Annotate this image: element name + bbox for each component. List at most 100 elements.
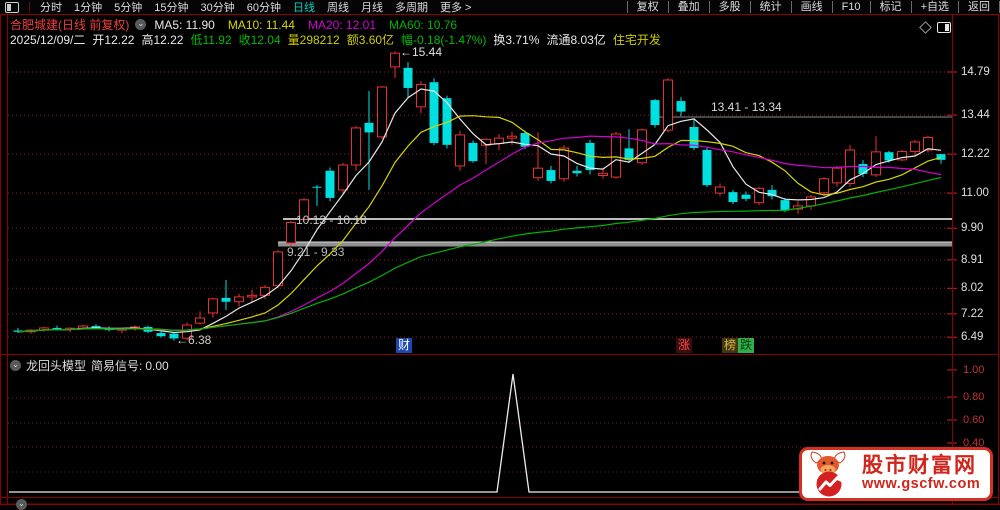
candle-down xyxy=(325,170,335,198)
ma-label-3: MA60: 10.76 xyxy=(389,17,458,32)
candle-down xyxy=(403,67,413,88)
toolbar-button-0[interactable]: 复权 xyxy=(626,1,668,13)
candle-up xyxy=(819,178,829,194)
price-axis-label-7: 7.22 xyxy=(961,307,984,320)
toolbar-button-6[interactable]: 标记 xyxy=(869,1,911,13)
price-annotation-0: ←15.44 xyxy=(400,45,443,59)
price-axis-label-5: 8.91 xyxy=(961,253,984,266)
quote-stat-5: 量298212 xyxy=(287,33,340,47)
toolbar-divider xyxy=(29,1,30,13)
ma-label-1: MA10: 11.44 xyxy=(227,17,295,32)
watermark-url: www.gscfw.com xyxy=(862,476,981,493)
quote-stat-3: 低11.92 xyxy=(190,33,232,47)
chart-tag-跌[interactable]: 跌 xyxy=(738,338,754,353)
candle-down xyxy=(221,297,231,302)
gap-line xyxy=(283,218,952,220)
price-axis-label-2: 12.22 xyxy=(961,148,990,161)
indicator-title[interactable]: 龙回头模型 xyxy=(26,357,86,374)
toolbar-button-5[interactable]: F10 xyxy=(831,1,870,13)
chart-tag-榜[interactable]: 榜 xyxy=(722,338,738,353)
candle-down xyxy=(858,164,868,174)
toolbar-button-1[interactable]: 叠加 xyxy=(667,1,709,13)
candle-up xyxy=(923,136,933,151)
price-axis-label-0: 14.79 xyxy=(961,66,990,78)
top-toolbar: 分时 1分钟 5分钟 15分钟 30分钟 60分钟 日线 周线 月线 多周期 更多 > 复权 叠加 多股… xyxy=(0,0,1000,14)
candle-down xyxy=(364,122,374,133)
site-watermark: 股市财富网 www.gscfw.com xyxy=(799,447,993,501)
candle-up xyxy=(559,147,569,180)
tab-period-9[interactable]: 多周期 xyxy=(389,0,434,15)
chevron-down-icon[interactable]: ⌄ xyxy=(135,19,147,30)
candle-down xyxy=(312,186,322,188)
ma-legend: MA5: 11.90 MA10: 11.44 MA20: 12.01 MA60: 10… xyxy=(154,18,457,32)
signal-axis-label-1: 0.80 xyxy=(963,391,985,403)
quote-stat-0: 2025/12/09/二 xyxy=(10,33,86,47)
split-window-icon[interactable] xyxy=(937,22,951,33)
watermark-title: 股市财富网 xyxy=(862,454,977,478)
candle-down xyxy=(936,154,946,160)
tab-period-4[interactable]: 30分钟 xyxy=(195,0,241,15)
candle-down xyxy=(702,149,712,186)
chevron-down-icon[interactable]: ⌄ xyxy=(10,360,21,371)
toolbar-button-2[interactable]: 多股 xyxy=(708,1,750,13)
gap-line-highlight xyxy=(278,241,952,243)
price-annotation-4: ←6.38 xyxy=(176,333,212,347)
tab-period-2[interactable]: 5分钟 xyxy=(108,0,148,15)
price-axis-label-8: 6.49 xyxy=(961,331,984,344)
candlestick-chart[interactable] xyxy=(0,0,1000,505)
tab-period-6[interactable]: 日线 xyxy=(287,0,321,15)
candle-up xyxy=(338,164,348,191)
tab-period-10[interactable]: 更多 > xyxy=(434,0,477,15)
candle-down xyxy=(728,192,738,203)
toolbar-button-3[interactable]: 统计 xyxy=(749,1,791,13)
candle-down xyxy=(572,170,582,174)
quote-stat-1: 开12.22 xyxy=(92,33,135,47)
candle-down xyxy=(156,333,166,337)
candle-up xyxy=(351,127,361,166)
chart-tag-财[interactable]: 财 xyxy=(396,338,412,353)
ma-label-0: MA5: 11.90 xyxy=(154,17,215,32)
candle-up xyxy=(806,196,816,207)
chart-tag-涨[interactable]: 涨 xyxy=(676,338,692,353)
tab-period-7[interactable]: 周线 xyxy=(321,0,355,15)
price-axis-label-1: 13.44 xyxy=(961,109,990,122)
tab-period-1[interactable]: 1分钟 xyxy=(68,0,108,15)
signal-axis-label-2: 0.60 xyxy=(963,414,985,426)
tab-period-3[interactable]: 15分钟 xyxy=(148,0,194,15)
candle-down xyxy=(884,152,894,161)
price-annotation-3: 9.21 - 9.33 xyxy=(287,245,345,259)
price-annotation-2: 10.13 - 10.18 xyxy=(296,213,367,227)
candle-up xyxy=(663,79,673,131)
candle-up xyxy=(247,294,257,298)
quote-stat-10: 住宅开发 xyxy=(612,33,661,47)
ma-line-MA20 xyxy=(17,135,942,333)
trading-app-window: { "toolbar": { "tabs": ["分时","1分钟","5分钟"… xyxy=(0,0,1000,510)
toolbar-right-buttons: 复权 叠加 多股 统计 画线 F10 标记 +自选 返回 xyxy=(626,1,1000,13)
candle-up xyxy=(611,133,621,178)
candle-up xyxy=(533,167,543,179)
candle-down xyxy=(676,101,686,112)
quote-stat-8: 换3.71% xyxy=(493,33,540,47)
candle-down xyxy=(650,100,660,126)
candle-up xyxy=(455,134,465,167)
toolbar-button-8[interactable]: 返回 xyxy=(958,1,1000,13)
ma-line-MA60 xyxy=(17,176,942,333)
candle-up xyxy=(910,141,920,153)
quote-stat-9: 流通8.03亿 xyxy=(546,33,606,47)
quote-stat-2: 高12.22 xyxy=(141,33,184,47)
toolbar-button-7[interactable]: +自选 xyxy=(910,1,958,13)
window-layout-icon[interactable] xyxy=(5,1,19,13)
toolbar-button-4[interactable]: 画线 xyxy=(790,1,832,13)
candle-up xyxy=(507,135,517,139)
quote-stats-row: 2025/12/09/二 开12.22 高12.22 低11.92 收12.04 量298… xyxy=(10,31,661,48)
tab-period-8[interactable]: 月线 xyxy=(355,0,389,15)
candle-up xyxy=(208,298,218,314)
candle-up xyxy=(273,251,283,287)
ma-line-MA10 xyxy=(17,115,942,333)
tab-period-5[interactable]: 60分钟 xyxy=(241,0,287,15)
candle-up xyxy=(234,296,244,303)
price-axis-label-3: 11.00 xyxy=(961,187,989,200)
bull-logo-icon xyxy=(810,451,846,497)
quote-stat-4: 收12.04 xyxy=(238,33,281,47)
tab-period-0[interactable]: 分时 xyxy=(34,0,68,15)
